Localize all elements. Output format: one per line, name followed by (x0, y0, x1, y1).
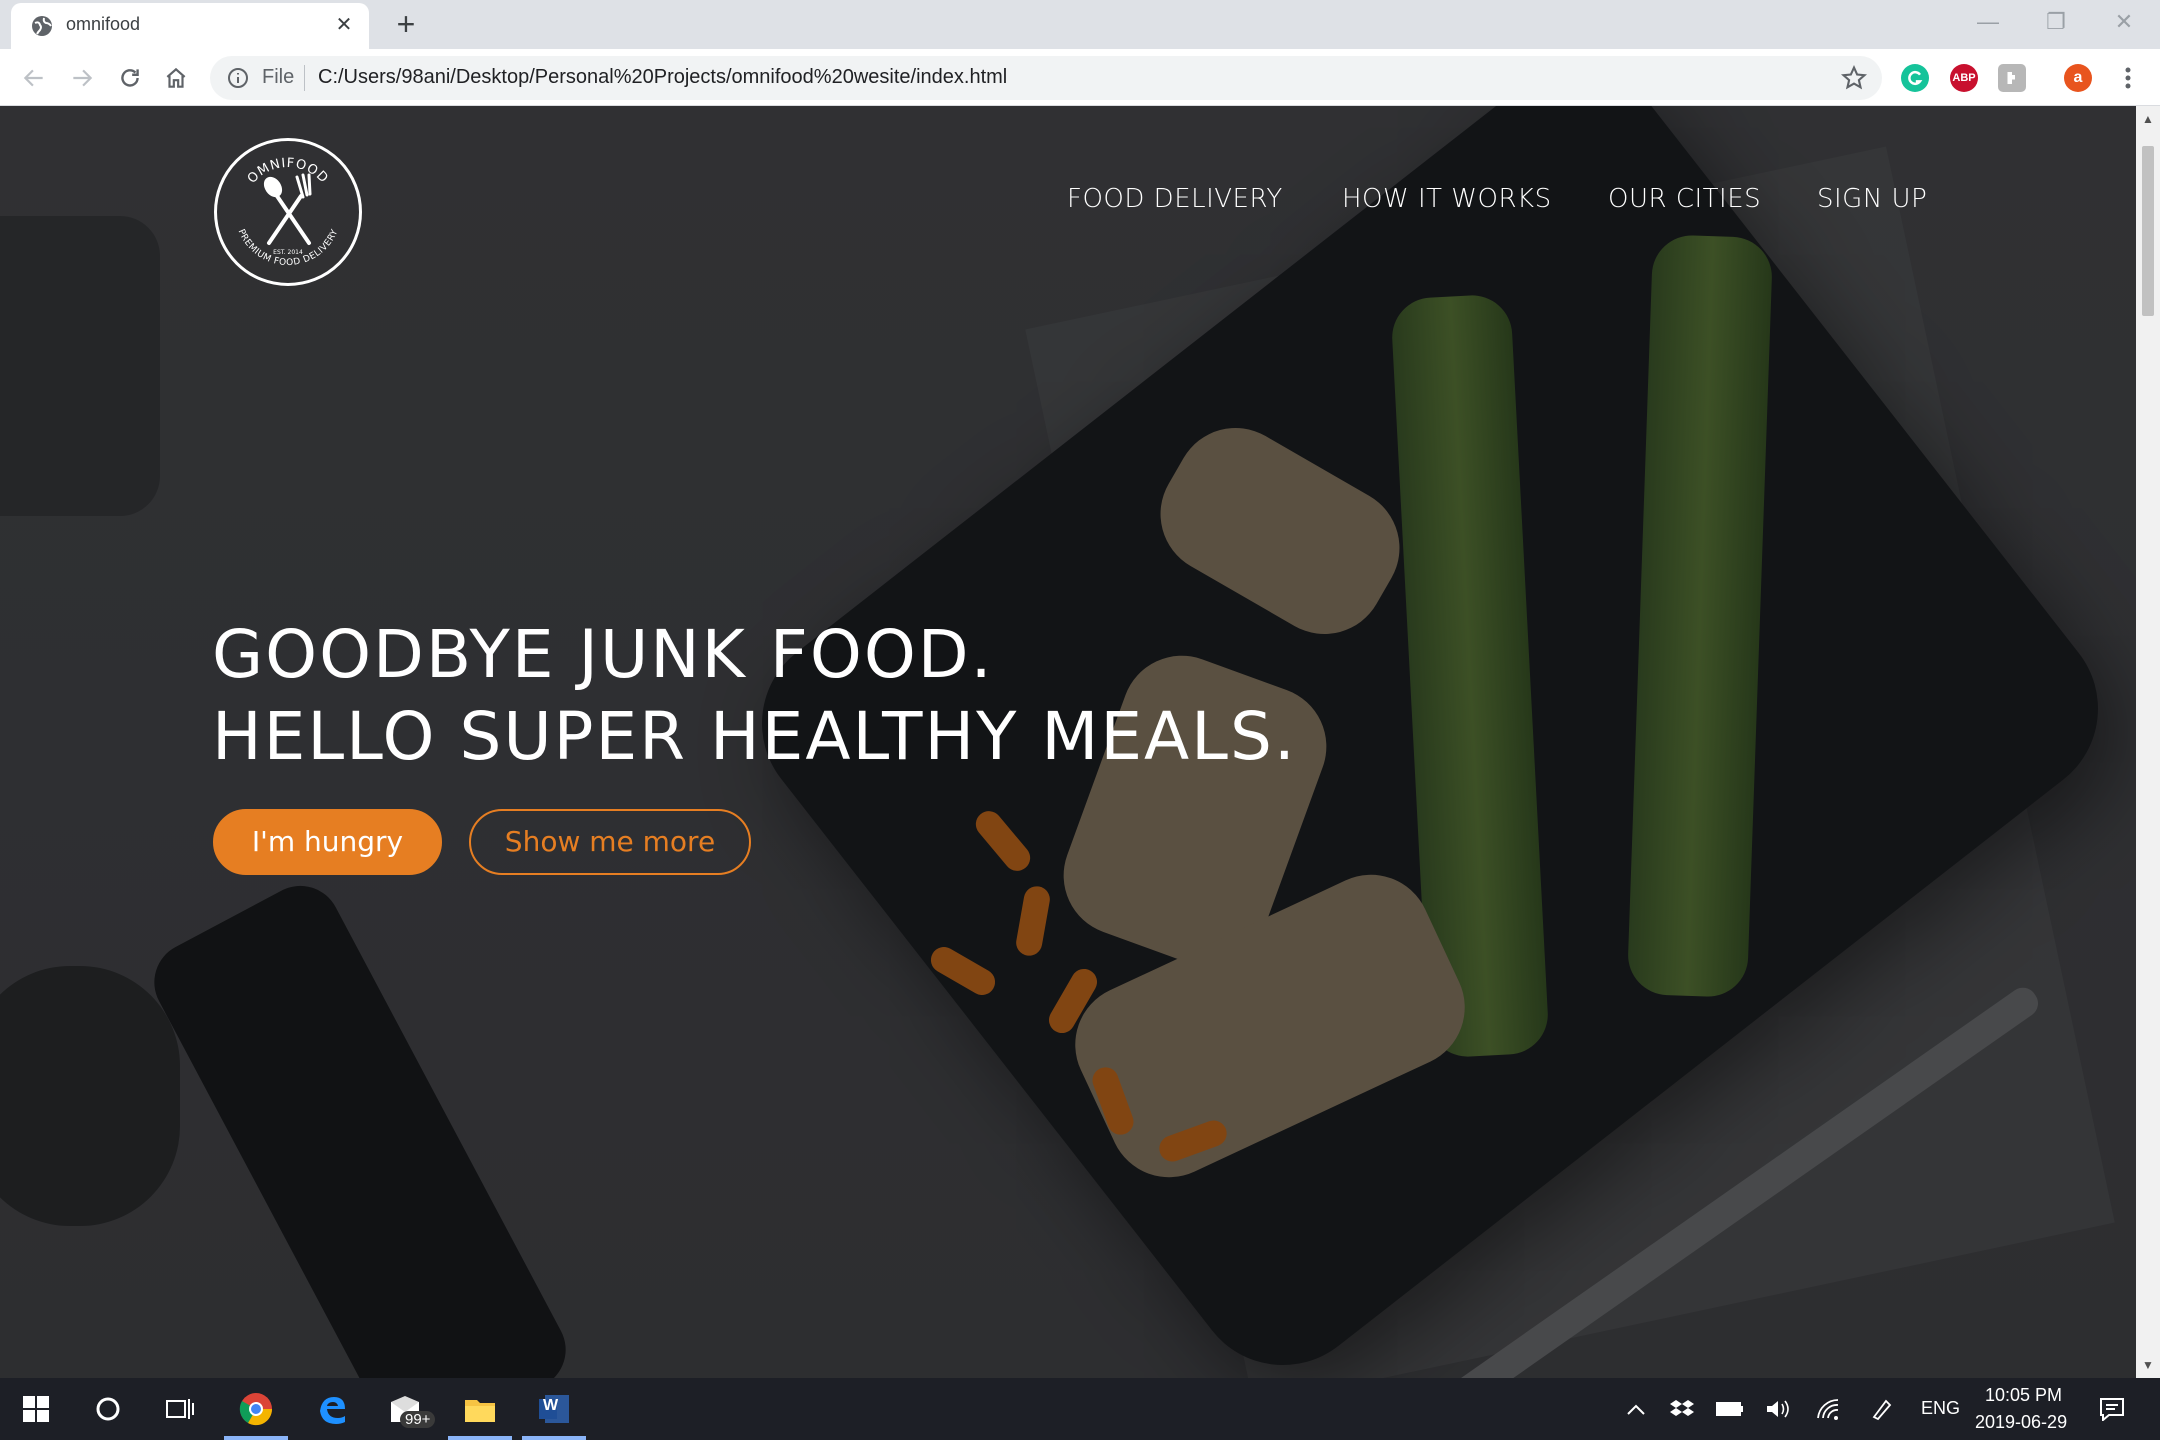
profile-avatar[interactable]: a (2064, 64, 2092, 92)
spoon-fork-icon (263, 173, 312, 245)
omnifood-logo[interactable]: OMNIFOOD PREMIUM FOOD DELIVERY EST. 2014 (214, 138, 362, 286)
adblock-icon[interactable]: ABP (1950, 64, 1978, 92)
cortana-icon[interactable] (90, 1391, 126, 1427)
windows-start-icon[interactable] (18, 1391, 54, 1427)
forward-button[interactable] (62, 58, 102, 98)
task-view-icon[interactable] (162, 1391, 198, 1427)
restore-icon[interactable]: ❐ (2036, 6, 2076, 38)
nav-sign-up[interactable]: SIGN UP (1817, 184, 1927, 214)
close-window-icon[interactable]: ✕ (2104, 6, 2144, 38)
grammarly-icon[interactable] (1901, 64, 1929, 92)
nav-how-it-works[interactable]: HOW IT WORKS (1342, 184, 1552, 214)
hero-line-1: GOODBYE JUNK FOOD. (212, 616, 994, 693)
windows-taskbar: 99+ W ENG 10:05 PM 2019-06-29 (0, 1378, 2160, 1440)
logo-text-bottom: PREMIUM FOOD DELIVERY (236, 228, 340, 268)
page-scrollbar[interactable]: ▲ ▼ (2136, 106, 2160, 1378)
scroll-thumb[interactable] (2142, 146, 2154, 316)
back-button[interactable] (14, 58, 54, 98)
profile-initial: a (2073, 69, 2083, 86)
reload-button[interactable] (110, 58, 150, 98)
logo-emblem: OMNIFOOD PREMIUM FOOD DELIVERY EST. 2014 (236, 156, 341, 268)
show-hidden-icons-icon[interactable] (1618, 1391, 1654, 1427)
volume-icon[interactable] (1760, 1391, 1796, 1427)
home-icon (166, 67, 186, 88)
mail-badge: 99+ (400, 1411, 436, 1428)
url-text[interactable]: C:/Users/98ani/Desktop/Personal%20Projec… (318, 66, 1007, 89)
svg-text:PREMIUM FOOD DELIVERY: PREMIUM FOOD DELIVERY (236, 228, 341, 268)
word-icon[interactable]: W (536, 1391, 572, 1427)
wifi-icon[interactable] (1810, 1391, 1846, 1427)
adblock-label: ABP (1952, 72, 1976, 84)
word-letter: W (543, 1397, 559, 1414)
browser-toolbar: File C:/Users/98ani/Desktop/Personal%20P… (0, 49, 2160, 106)
im-hungry-button[interactable]: I'm hungry (213, 809, 442, 875)
arrow-left-icon (23, 69, 43, 87)
minimize-icon[interactable]: — (1968, 6, 2008, 38)
tab-strip: omnifood ✕ + — ❐ ✕ (0, 0, 2160, 49)
tab-title: omnifood (66, 14, 141, 34)
nav-food-delivery[interactable]: FOOD DELIVERY (1067, 184, 1283, 214)
new-tab-button[interactable]: + (390, 8, 422, 40)
info-icon[interactable] (226, 66, 250, 90)
more-vertical-icon (2125, 67, 2131, 89)
chrome-active-indicator (224, 1436, 288, 1440)
reload-icon (121, 69, 139, 87)
tab-close-icon[interactable]: ✕ (331, 12, 357, 38)
logo-text-top: OMNIFOOD (245, 156, 331, 187)
scroll-up-icon[interactable]: ▲ (2141, 112, 2155, 126)
action-center-icon[interactable] (2094, 1391, 2130, 1427)
battery-icon[interactable] (1712, 1391, 1748, 1427)
browser-tab[interactable]: omnifood ✕ (11, 3, 369, 49)
nav-our-cities[interactable]: OUR CITIES (1608, 184, 1761, 214)
menu-button[interactable] (2108, 58, 2148, 98)
page-viewport: OMNIFOOD PREMIUM FOOD DELIVERY EST. 2014… (0, 106, 2136, 1378)
puzzle-icon (2007, 72, 2015, 84)
divider (304, 65, 305, 91)
pen-workspace-icon[interactable] (1864, 1391, 1900, 1427)
edge-icon[interactable] (314, 1391, 350, 1427)
file-explorer-icon[interactable] (462, 1391, 498, 1427)
extension-icon[interactable] (1998, 64, 2026, 92)
clock-time[interactable]: 10:05 PM (1985, 1385, 2062, 1406)
word-active-indicator (522, 1436, 586, 1440)
clock-date[interactable]: 2019-06-29 (1975, 1412, 2067, 1433)
svg-text:OMNIFOOD: OMNIFOOD (245, 156, 332, 187)
home-button[interactable] (156, 58, 196, 98)
chrome-icon[interactable] (238, 1391, 274, 1427)
logo-est: EST. 2014 (273, 249, 303, 256)
explorer-active-indicator (448, 1436, 512, 1440)
grammarly-g-icon (1908, 70, 1923, 86)
dropbox-icon[interactable] (1664, 1391, 1700, 1427)
star-icon[interactable] (1840, 64, 1868, 92)
language-indicator[interactable]: ENG (1921, 1398, 1960, 1419)
hero-line-2: HELLO SUPER HEALTHY MEALS. (212, 698, 1297, 775)
address-bar[interactable]: File C:/Users/98ani/Desktop/Personal%20P… (210, 56, 1882, 100)
globe-icon (32, 16, 52, 36)
arrow-right-icon (73, 69, 93, 87)
scheme-label: File (262, 66, 295, 88)
scroll-down-icon[interactable]: ▼ (2141, 1358, 2155, 1372)
show-me-more-button[interactable]: Show me more (469, 809, 751, 875)
